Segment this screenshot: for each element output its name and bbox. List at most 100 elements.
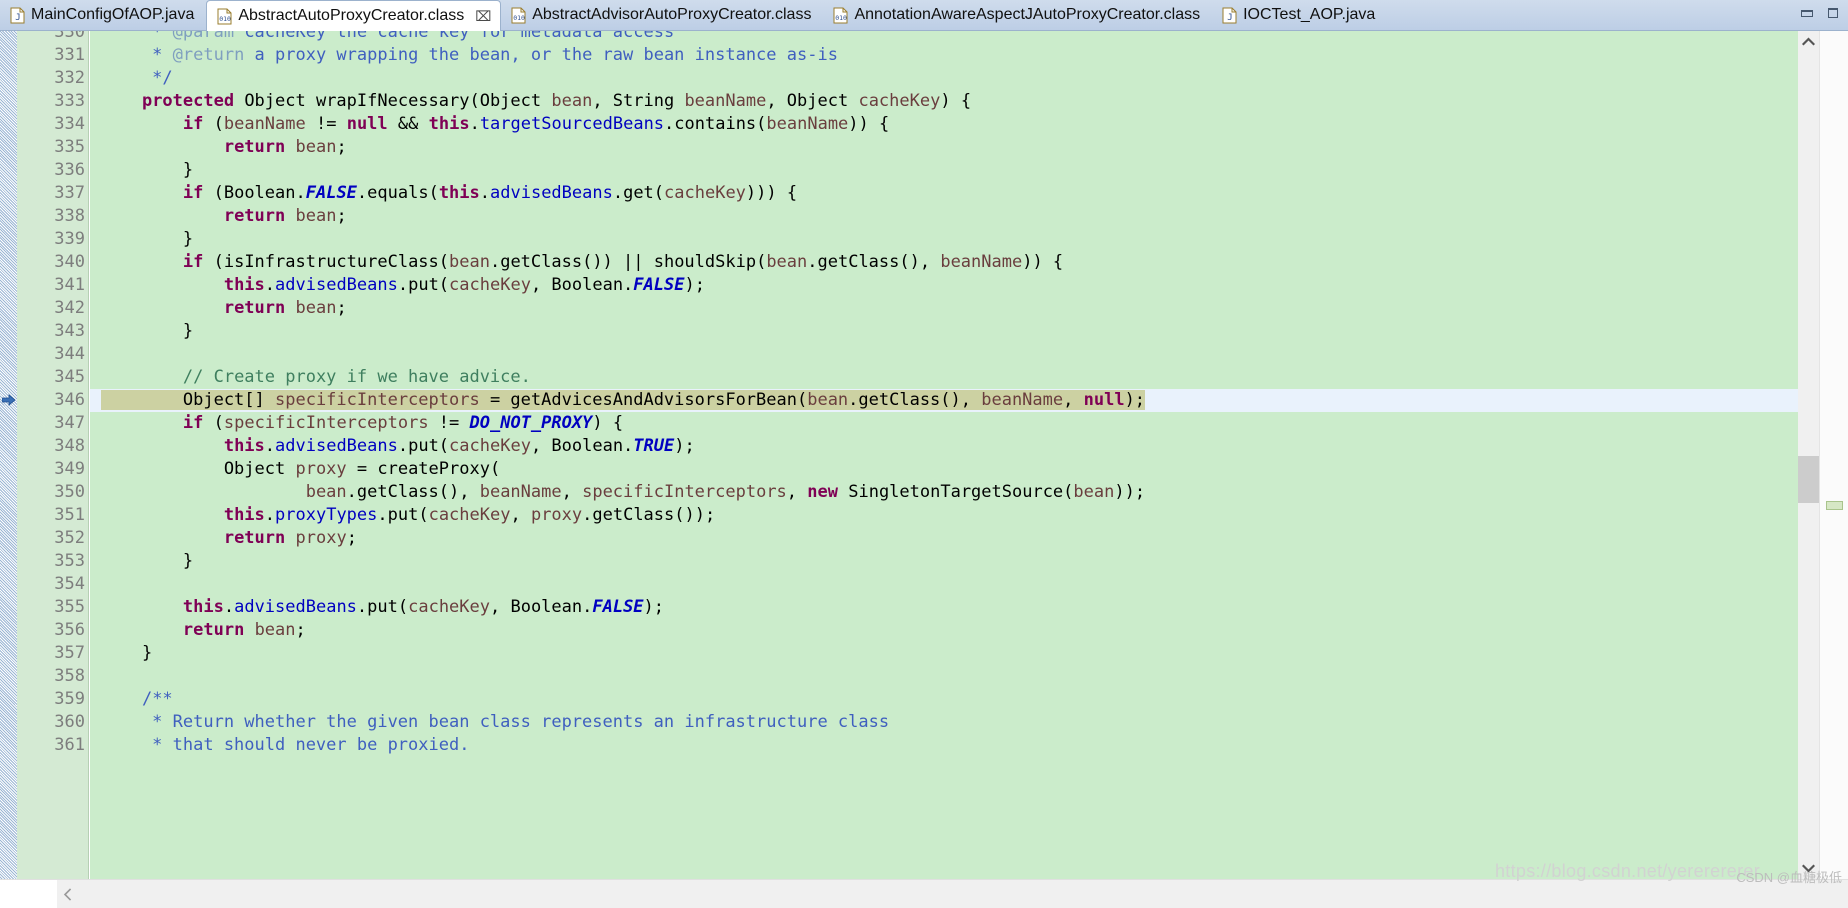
code-line-current[interactable]: Object[] specificInterceptors = getAdvic… [90, 389, 1812, 412]
line-number[interactable]: 344 [17, 343, 88, 366]
line-number-label: 354 [54, 574, 85, 594]
line-number[interactable]: 347 [17, 412, 88, 435]
code-token: advisedBeans [234, 597, 357, 617]
line-number[interactable]: 356 [17, 619, 88, 642]
code-line[interactable]: return bean; [90, 619, 1812, 642]
code-line[interactable] [90, 573, 1812, 596]
scroll-left-button[interactable] [57, 880, 78, 908]
code-line[interactable]: // Create proxy if we have advice. [90, 366, 1812, 389]
code-line[interactable]: if (Boolean.FALSE.equals(this.advisedBea… [90, 182, 1812, 205]
editor-tab-label: MainConfigOfAOP.java [31, 6, 195, 23]
horizontal-scrollbar[interactable] [0, 879, 1848, 908]
line-number[interactable]: 359 [17, 688, 88, 711]
line-number[interactable]: 330 [17, 31, 88, 44]
line-number[interactable]: 357 [17, 642, 88, 665]
line-number[interactable]: 338 [17, 205, 88, 228]
line-number[interactable]: 340 [17, 251, 88, 274]
annotation-ruler[interactable] [0, 31, 17, 879]
maximize-button[interactable] [1826, 6, 1840, 20]
line-number[interactable]: 352 [17, 527, 88, 550]
code-line[interactable]: * @return a proxy wrapping the bean, or … [90, 44, 1812, 67]
line-number[interactable]: 335 [17, 136, 88, 159]
editor-tab-annotationawareaspectjautoproxycreator-class[interactable]: 010 AnnotationAwareAspectJAutoProxyCreato… [823, 0, 1212, 30]
line-number-label: 344 [54, 344, 85, 364]
code-line[interactable]: * that should never be proxied. [90, 734, 1812, 757]
line-number[interactable]: 351 [17, 504, 88, 527]
code-token: beanName [684, 91, 767, 111]
code-line[interactable]: if (isInfrastructureClass(bean.getClass(… [90, 251, 1812, 274]
code-line[interactable]: return bean; [90, 297, 1812, 320]
line-number[interactable]: 331 [17, 44, 88, 67]
line-number[interactable]: 355 [17, 596, 88, 619]
code-line[interactable]: this.proxyTypes.put(cacheKey, proxy.getC… [90, 504, 1812, 527]
minimize-button[interactable] [1800, 6, 1814, 20]
code-line[interactable]: this.advisedBeans.put(cacheKey, Boolean.… [90, 435, 1812, 458]
editor-tab-abstractautoproxycreator-class[interactable]: 010 AbstractAutoProxyCreator.class ⌧ [206, 0, 502, 31]
code-line[interactable]: this.advisedBeans.put(cacheKey, Boolean.… [90, 274, 1812, 297]
code-line[interactable]: if (beanName != null && this.targetSourc… [90, 113, 1812, 136]
scroll-down-button[interactable] [1798, 858, 1819, 879]
line-number[interactable]: 332 [17, 67, 88, 90]
code-token: )) { [848, 114, 890, 134]
code-line[interactable]: bean.getClass(), beanName, specificInter… [90, 481, 1812, 504]
vertical-scrollbar[interactable] [1798, 31, 1819, 879]
chevron-up-icon [1802, 37, 1815, 46]
line-number[interactable]: 336 [17, 159, 88, 182]
code-line[interactable]: Object proxy = createProxy( [90, 458, 1812, 481]
line-number[interactable]: 358 [17, 665, 88, 688]
code-line[interactable] [90, 665, 1812, 688]
code-line[interactable]: * @param cacheKey the cache key for meta… [90, 31, 1812, 44]
line-number[interactable]: 343 [17, 320, 88, 343]
close-icon[interactable]: ⌧ [475, 9, 491, 23]
line-number[interactable]: 348 [17, 435, 88, 458]
line-number[interactable]: 341 [17, 274, 88, 297]
code-line[interactable]: return bean; [90, 205, 1812, 228]
editor-tab-abstractadvisorautoproxycreator-class[interactable]: 010 AbstractAdvisorAutoProxyCreator.class [501, 0, 823, 30]
code-line[interactable]: this.advisedBeans.put(cacheKey, Boolean.… [90, 596, 1812, 619]
code-token: bean [551, 91, 593, 111]
code-token: ; [336, 137, 347, 157]
code-line[interactable]: * Return whether the given bean class re… [90, 711, 1812, 734]
code-line[interactable]: return bean; [90, 136, 1812, 159]
vertical-scroll-thumb[interactable] [1798, 456, 1819, 503]
line-number[interactable]: 345 [17, 366, 88, 389]
editor-tab-mainconfigofaop-java[interactable]: J MainConfigOfAOP.java [0, 0, 206, 30]
code-token: ( [203, 413, 224, 433]
line-number[interactable]: 353 [17, 550, 88, 573]
overview-marker[interactable] [1826, 501, 1843, 510]
code-line[interactable]: } [90, 642, 1812, 665]
line-number[interactable]: 339 [17, 228, 88, 251]
source-code-view[interactable]: * @param cacheKey the cache key for meta… [90, 31, 1812, 879]
line-number[interactable]: 337 [17, 182, 88, 205]
code-token: .getClass()); [582, 505, 716, 525]
code-line[interactable]: } [90, 228, 1812, 251]
code-line[interactable]: */ [90, 67, 1812, 90]
line-number[interactable]: 342 [17, 297, 88, 320]
line-number[interactable]: 349 [17, 458, 88, 481]
line-number[interactable]: 350 [17, 481, 88, 504]
code-line[interactable]: protected Object wrapIfNecessary(Object … [90, 90, 1812, 113]
code-token: return [223, 298, 286, 318]
code-line[interactable]: if (specificInterceptors != DO_NOT_PROXY… [90, 412, 1812, 435]
code-token: proxy [530, 505, 583, 525]
editor-tab-ioctest-aop-java[interactable]: J IOCTest_AOP.java [1212, 0, 1387, 30]
code-token: bean [305, 482, 347, 502]
code-token: @return [172, 45, 245, 65]
code-token: . [223, 597, 235, 617]
line-number[interactable]: 360 [17, 711, 88, 734]
line-number[interactable]: 334 [17, 113, 88, 136]
line-number-label: 334 [54, 114, 85, 134]
line-number[interactable]: 346 [17, 389, 88, 412]
code-line[interactable]: return proxy; [90, 527, 1812, 550]
code-line[interactable]: /** [90, 688, 1812, 711]
code-line[interactable]: } [90, 550, 1812, 573]
line-number[interactable]: 361 [17, 734, 88, 757]
code-line[interactable] [90, 343, 1812, 366]
line-number-gutter[interactable]: 330 331 332 333 334 335 336 337 338 339 340 341 342 3… [17, 31, 89, 879]
overview-ruler[interactable] [1819, 31, 1848, 879]
line-number[interactable]: 354 [17, 573, 88, 596]
scroll-up-button[interactable] [1798, 31, 1819, 52]
code-line[interactable]: } [90, 320, 1812, 343]
line-number[interactable]: 333 [17, 90, 88, 113]
code-line[interactable]: } [90, 159, 1812, 182]
